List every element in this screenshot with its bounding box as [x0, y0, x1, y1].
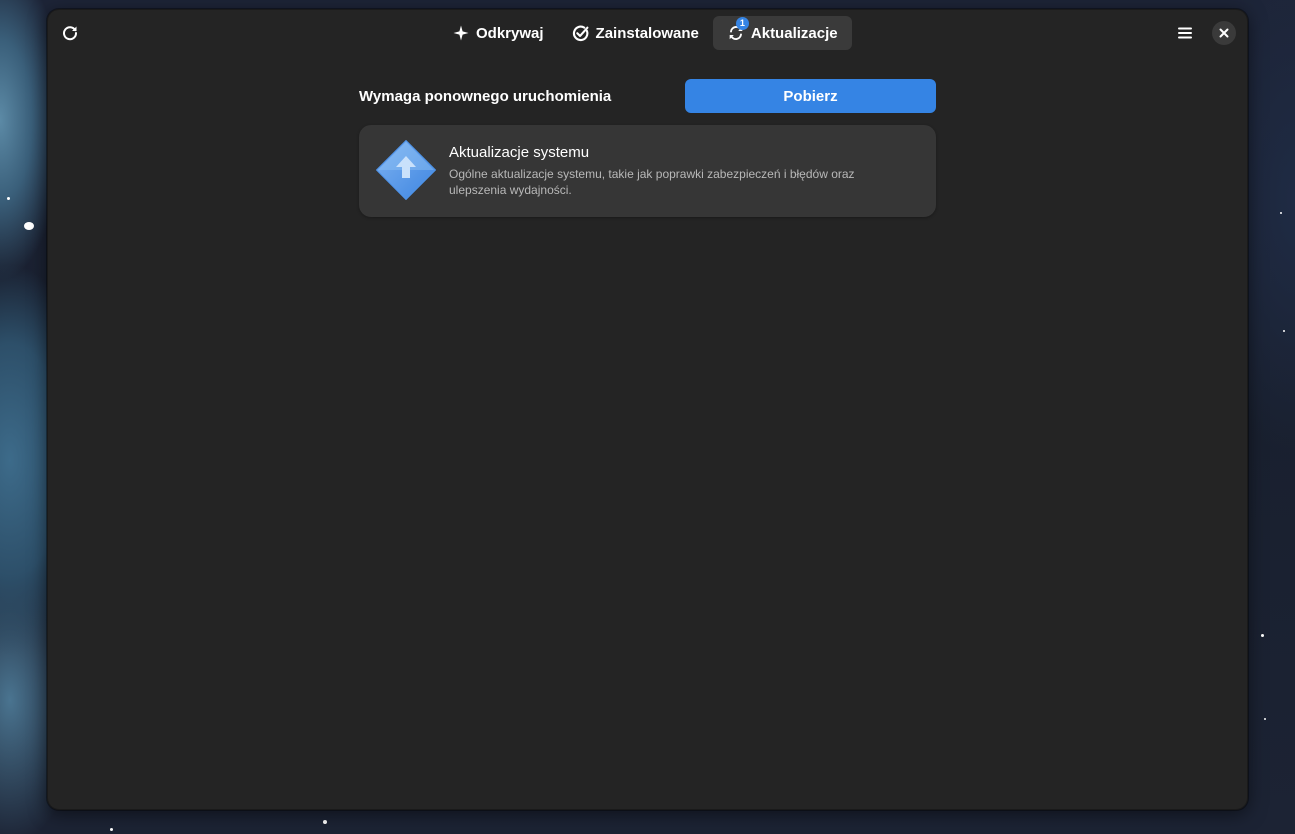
wallpaper-star — [7, 197, 10, 200]
tab-explore[interactable]: Odkrywaj — [438, 16, 558, 50]
update-count-badge: 1 — [735, 17, 749, 30]
update-item-card[interactable]: Aktualizacje systemu Ogólne aktualizacje… — [359, 125, 936, 217]
main-menu-button[interactable] — [1170, 16, 1200, 50]
wallpaper-star — [110, 828, 113, 831]
wallpaper-star — [1264, 718, 1266, 720]
section-title: Wymaga ponownego uruchomienia — [359, 87, 612, 105]
tab-updates[interactable]: 1 Aktualizacje — [712, 16, 852, 50]
sparkle-icon — [452, 24, 470, 42]
checkmark-circle-icon — [572, 24, 590, 42]
wallpaper-star — [1283, 330, 1285, 332]
view-switcher: Odkrywaj Zainstalowane 1 Aktualizacje — [438, 16, 852, 50]
tab-installed[interactable]: Zainstalowane — [558, 16, 713, 50]
software-center-window: Odkrywaj Zainstalowane 1 Aktualizacje Wy… — [47, 9, 1248, 810]
tab-label: Odkrywaj — [476, 24, 544, 42]
update-item-text: Aktualizacje systemu Ogólne aktualizacje… — [449, 144, 919, 198]
restart-required-section-header: Wymaga ponownego uruchomienia Pobierz — [359, 79, 936, 113]
header-bar: Odkrywaj Zainstalowane 1 Aktualizacje — [48, 10, 1247, 56]
system-update-diamond-icon — [375, 139, 437, 201]
wallpaper-star — [323, 820, 327, 824]
sync-arrows-icon: 1 — [727, 17, 749, 42]
tab-label: Zainstalowane — [595, 24, 699, 42]
close-icon — [1219, 28, 1229, 38]
view-refresh-icon — [63, 26, 78, 41]
tab-label: Aktualizacje — [750, 24, 838, 42]
updates-page: Wymaga ponownego uruchomienia Pobierz Ak… — [359, 79, 936, 217]
wallpaper-star — [1261, 634, 1264, 637]
update-item-title: Aktualizacje systemu — [449, 144, 590, 161]
wallpaper-star — [1280, 212, 1282, 214]
update-item-description: Ogólne aktualizacje systemu, takie jak p… — [449, 167, 855, 197]
hamburger-menu-icon — [1178, 27, 1192, 39]
download-button[interactable]: Pobierz — [685, 79, 936, 113]
wallpaper-star — [24, 222, 34, 230]
close-window-button[interactable] — [1212, 21, 1236, 45]
refresh-button[interactable] — [56, 16, 84, 50]
